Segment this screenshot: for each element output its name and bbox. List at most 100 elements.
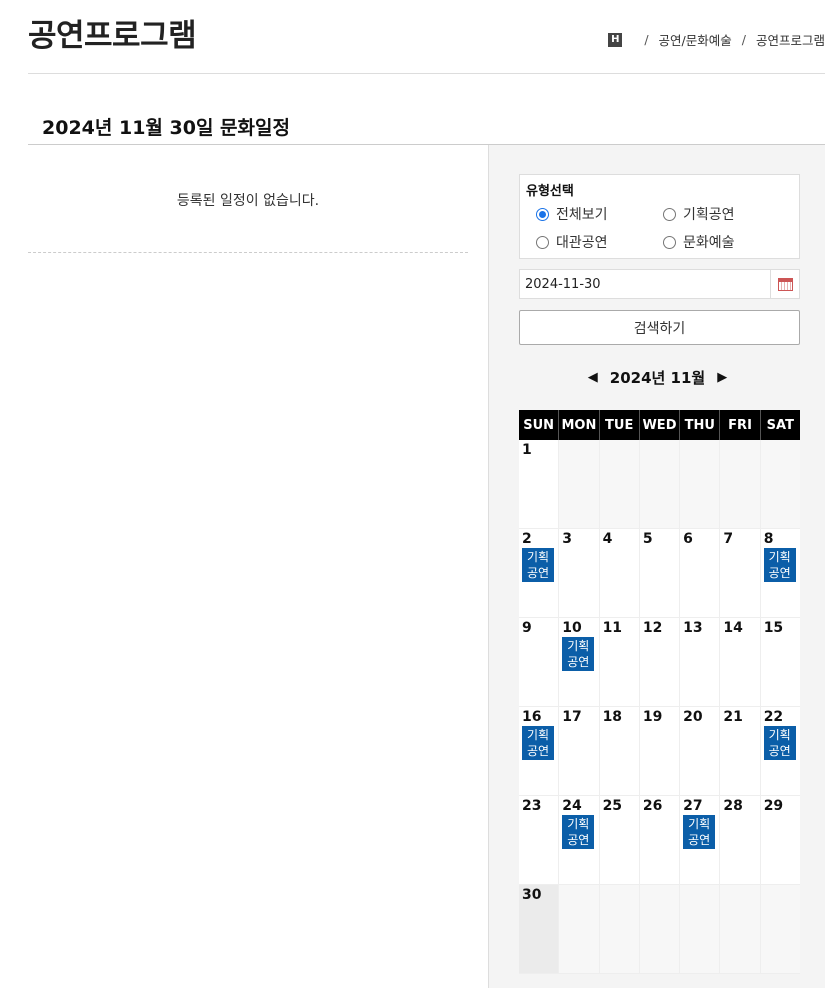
day-number: 22 [763, 709, 784, 725]
day-number: 8 [763, 531, 774, 547]
day-number: 4 [602, 531, 613, 547]
weekday-label: WED [640, 410, 681, 440]
type-option-label: 전체보기 [556, 207, 608, 223]
event-tag[interactable]: 기획공연 [522, 548, 554, 582]
calendar-day-cell[interactable]: 15 [760, 618, 800, 707]
month-label: 2024년 11월 [609, 369, 706, 387]
date-field [519, 269, 800, 299]
schedule-list: 등록된 일정이 없습니다. [28, 145, 468, 253]
day-number: 1 [522, 442, 532, 458]
calendar-day-cell[interactable]: 13 [680, 618, 721, 707]
day-number: 19 [642, 709, 663, 725]
day-number: 25 [602, 798, 623, 814]
type-option[interactable]: 기획공연 [663, 204, 783, 224]
calendar-day-cell[interactable]: 22 기획공연 [760, 707, 800, 796]
calendar-day-cell[interactable]: 2 기획공연 [519, 529, 560, 618]
calendar-week-row: 23 24 기획공연 25 26 27 기획공연 28 29 [519, 796, 800, 885]
calendar-day-cell[interactable]: 4 [599, 529, 640, 618]
breadcrumb-separator: / [644, 32, 649, 47]
day-number: 28 [723, 798, 743, 814]
calendar-day-cell[interactable]: 11 [599, 618, 640, 707]
calendar-day-cell[interactable]: 10 기획공연 [559, 618, 600, 707]
calendar-week-row: 30 [519, 885, 800, 974]
calendar-day-cell[interactable]: 18 [599, 707, 640, 796]
event-tag[interactable]: 기획공연 [522, 726, 554, 760]
type-option[interactable]: 전체보기 [536, 204, 663, 224]
home-icon[interactable]: H [608, 32, 623, 47]
calendar-day-cell[interactable]: 17 [559, 707, 600, 796]
day-number: 16 [522, 709, 542, 725]
event-tag[interactable]: 기획공연 [763, 548, 796, 582]
type-option[interactable]: 대관공연 [536, 232, 663, 252]
calendar-day-cell[interactable]: 24 기획공연 [559, 796, 600, 885]
breadcrumb-item-performance-culture[interactable]: 공연/문화예술 [659, 30, 732, 49]
calendar-day-cell[interactable]: 28 [720, 796, 761, 885]
calendar-day-cell[interactable]: 1 [519, 440, 560, 529]
calendar-empty-cell [559, 885, 600, 974]
day-number: 11 [602, 620, 623, 636]
event-tag[interactable]: 기획공연 [562, 637, 595, 671]
day-number: 7 [723, 531, 734, 547]
type-option[interactable]: 문화예술 [663, 232, 783, 252]
schedule-date-heading: 2024년 11월 30일 문화일정 [42, 117, 290, 139]
day-number: 23 [522, 798, 542, 814]
calendar-day-cell[interactable]: 3 [559, 529, 600, 618]
calendar-day-cell[interactable]: 5 [639, 529, 681, 618]
radio-button[interactable] [536, 235, 549, 249]
weekday-label: MON [559, 410, 600, 440]
calendar-day-cell[interactable]: 8 기획공연 [760, 529, 800, 618]
day-number: 12 [642, 620, 663, 636]
weekday-label: SAT [766, 417, 794, 433]
date-picker-button[interactable] [770, 270, 799, 298]
calendar-empty-cell [639, 440, 681, 529]
calendar-empty-cell [680, 885, 721, 974]
calendar-day-cell[interactable]: 20 [680, 707, 721, 796]
calendar-day-cell[interactable]: 21 [720, 707, 761, 796]
page-title: 공연프로그램 [28, 18, 197, 54]
day-number: 26 [642, 798, 663, 814]
day-number: 18 [602, 709, 623, 725]
calendar-week-row: 16 기획공연 17 18 19 20 21 22 기획공연 [519, 707, 800, 796]
calendar-day-cell[interactable]: 9 [519, 618, 560, 707]
search-button[interactable]: 검색하기 [519, 310, 800, 345]
event-tag[interactable]: 기획공연 [562, 815, 595, 849]
empty-schedule-message: 등록된 일정이 없습니다. [28, 145, 468, 253]
day-number: 30 [522, 887, 542, 903]
calendar-day-cell[interactable]: 6 [680, 529, 721, 618]
calendar-day-cell[interactable]: 16 기획공연 [519, 707, 560, 796]
type-filter-box: 유형선택 전체보기 기획공연대관공연 문화예술 [519, 174, 800, 259]
calendar-day-cell[interactable]: 19 [639, 707, 681, 796]
type-filter-title: 유형선택 [526, 184, 574, 199]
calendar-grid: 1 2 기획공연 3 4 5 6 7 8 기획공연 9 10 기획공연 11 12 13 14 15 16 기획공연 1… [519, 440, 800, 974]
breadcrumb: H / 공연/문화예술 / 공연프로그램 [608, 30, 825, 49]
calendar-empty-cell [760, 440, 800, 529]
calendar-day-cell[interactable]: 26 [639, 796, 681, 885]
date-input[interactable] [520, 270, 770, 298]
day-number: 14 [723, 620, 743, 636]
breadcrumb-separator: / [741, 32, 746, 47]
prev-month-icon[interactable]: ◀ [588, 370, 598, 385]
next-month-icon[interactable]: ▶ [717, 370, 727, 385]
day-number: 5 [642, 531, 653, 547]
radio-button[interactable] [536, 207, 549, 221]
calendar-day-cell[interactable]: 7 [720, 529, 761, 618]
calendar-day-cell[interactable]: 14 [720, 618, 761, 707]
day-number: 6 [683, 531, 693, 547]
radio-button[interactable] [663, 207, 676, 221]
calendar-day-cell[interactable]: 12 [639, 618, 681, 707]
type-option-label: 기획공연 [683, 207, 735, 223]
calendar-week-row: 1 [519, 440, 800, 529]
calendar-day-cell[interactable]: 25 [599, 796, 640, 885]
day-number: 21 [723, 709, 743, 725]
day-number: 3 [562, 531, 573, 547]
weekday-header: SUN MON TUE WED THU FRI SAT [519, 410, 800, 440]
calendar-day-cell[interactable]: 30 [519, 885, 560, 974]
calendar-day-cell[interactable]: 29 [760, 796, 800, 885]
breadcrumb-item-performance-program[interactable]: 공연프로그램 [756, 30, 825, 49]
event-tag[interactable]: 기획공연 [683, 815, 716, 849]
day-number: 15 [763, 620, 784, 636]
calendar-day-cell[interactable]: 27 기획공연 [680, 796, 721, 885]
event-tag[interactable]: 기획공연 [763, 726, 796, 760]
radio-button[interactable] [663, 235, 676, 249]
calendar-day-cell[interactable]: 23 [519, 796, 560, 885]
